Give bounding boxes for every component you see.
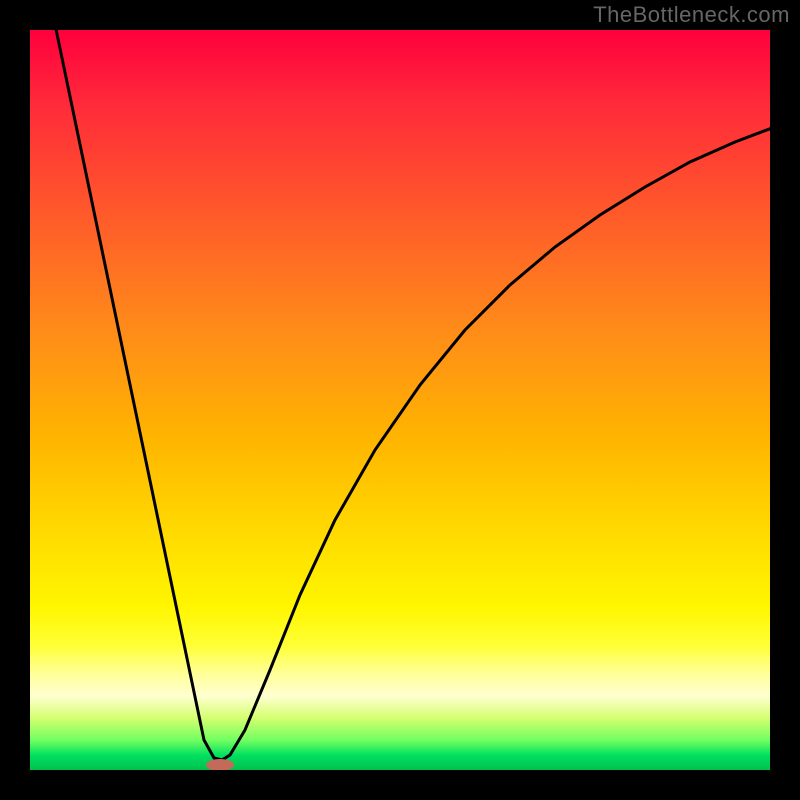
curve-svg bbox=[30, 30, 770, 770]
watermark-text: TheBottleneck.com bbox=[593, 2, 790, 28]
chart-frame: TheBottleneck.com bbox=[0, 0, 800, 800]
plot-area bbox=[30, 30, 770, 770]
minimum-marker bbox=[206, 759, 234, 770]
bottleneck-curve-line bbox=[52, 30, 770, 760]
